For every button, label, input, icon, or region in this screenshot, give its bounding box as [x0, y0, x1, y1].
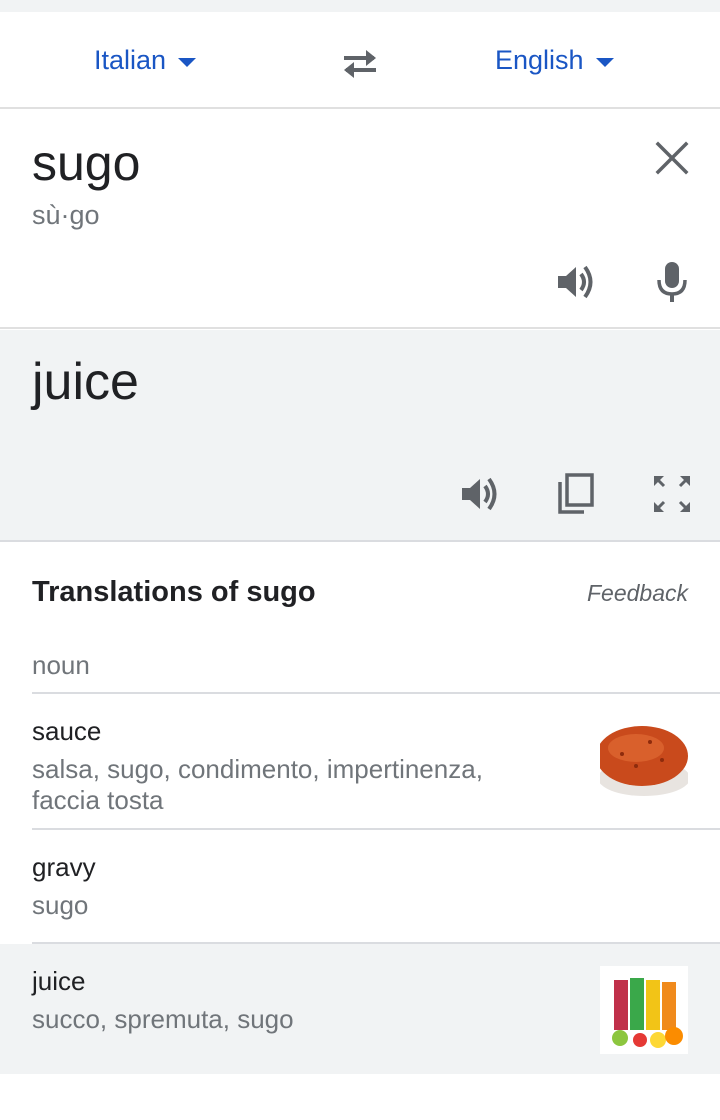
status-strip — [0, 0, 720, 12]
translation-text: juice — [32, 353, 139, 411]
juice-image — [600, 966, 688, 1054]
list-item[interactable]: juice succo, spremuta, sugo — [0, 944, 720, 1074]
target-language-label: English — [495, 44, 584, 75]
translation-result-area: juice — [0, 330, 720, 542]
dictionary-title: Translations of sugo — [32, 576, 316, 608]
source-input-area[interactable]: sugo sù·go — [0, 110, 720, 329]
speaker-icon[interactable] — [456, 470, 504, 518]
fullscreen-icon[interactable] — [648, 470, 696, 518]
source-language-label: Italian — [94, 44, 167, 75]
part-of-speech: noun — [32, 650, 90, 680]
microphone-icon[interactable] — [648, 258, 696, 306]
language-bar: Italian English — [0, 12, 720, 109]
list-item[interactable]: gravy sugo — [0, 830, 720, 944]
swap-languages-icon[interactable] — [338, 42, 382, 82]
dropdown-caret-icon — [178, 58, 197, 67]
target-language-selector[interactable]: English — [495, 43, 614, 77]
entry-word: sauce — [32, 716, 102, 746]
entry-synonyms: succo, spremuta, sugo — [32, 1004, 294, 1034]
sauce-image — [600, 714, 688, 802]
copy-icon[interactable] — [552, 470, 600, 518]
entry-synonyms: salsa, sugo, condimento, impertinenza, f… — [32, 754, 483, 815]
entry-word: juice — [32, 966, 86, 996]
feedback-link[interactable]: Feedback — [587, 580, 688, 607]
speaker-icon[interactable] — [552, 258, 600, 306]
entry-synonyms: sugo — [32, 890, 89, 920]
source-transliteration: sù·go — [32, 200, 100, 230]
source-language-selector[interactable]: Italian — [94, 43, 197, 77]
source-text[interactable]: sugo — [32, 138, 140, 188]
list-item[interactable]: sauce salsa, sugo, condimento, impertine… — [0, 694, 720, 830]
entry-word: gravy — [32, 852, 96, 882]
dropdown-caret-icon — [595, 58, 614, 67]
page-footer-space — [0, 1074, 720, 1120]
close-icon[interactable] — [652, 138, 692, 178]
dictionary-panel: Translations of sugo Feedback noun sauce… — [0, 544, 720, 1074]
